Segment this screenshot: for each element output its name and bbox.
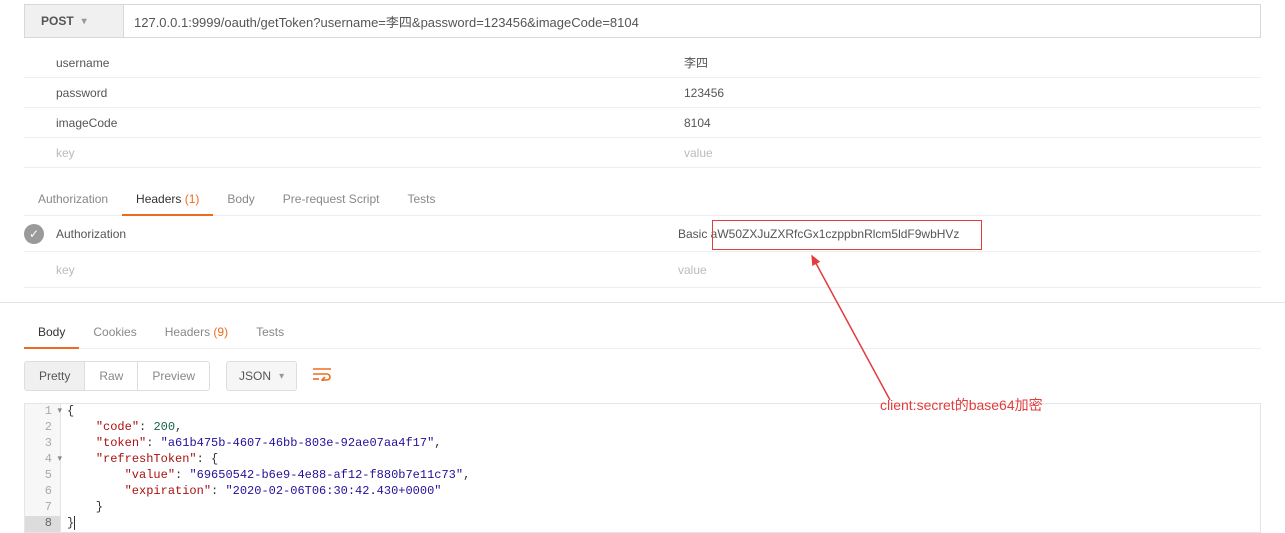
annotation-box (712, 220, 982, 250)
tab-prerequest[interactable]: Pre-request Script (269, 184, 394, 215)
chevron-down-icon: ▾ (279, 371, 284, 382)
http-method-label: POST (41, 14, 74, 28)
request-tabs: Authorization Headers (1) Body Pre-reque… (24, 184, 1261, 216)
code-text: "2020-02-06T06:30:42.430+0000" (225, 484, 441, 498)
header-row[interactable]: ✓ Authorization Basic aW50ZXJuZXRfcGx1cz… (24, 216, 1261, 252)
tab-authorization[interactable]: Authorization (24, 184, 122, 215)
preview-button[interactable]: Preview (137, 362, 209, 390)
param-row[interactable]: username 李四 (24, 48, 1261, 78)
code-text: 200 (153, 420, 175, 434)
pretty-button[interactable]: Pretty (25, 362, 84, 390)
tab-tests[interactable]: Tests (393, 184, 449, 215)
param-key-placeholder[interactable]: key (24, 146, 684, 160)
header-value-placeholder[interactable]: value (678, 263, 1261, 277)
code-text: "refreshToken" (96, 452, 197, 466)
param-value-placeholder[interactable]: value (684, 146, 1261, 160)
resp-tab-tests[interactable]: Tests (242, 317, 298, 348)
param-value[interactable]: 123456 (684, 86, 1261, 100)
code-text: "expiration" (125, 484, 211, 498)
check-icon[interactable]: ✓ (24, 224, 44, 244)
format-selector[interactable]: JSON ▾ (226, 361, 297, 391)
tab-headers-count: (1) (185, 192, 200, 206)
code-text: "token" (96, 436, 146, 450)
code-text: } (67, 500, 103, 514)
param-row[interactable]: password 123456 (24, 78, 1261, 108)
param-value[interactable]: 8104 (684, 116, 1261, 130)
query-params-table: username 李四 password 123456 imageCode 81… (24, 48, 1261, 168)
code-text: } (67, 516, 74, 530)
code-text: "value" (125, 468, 175, 482)
resp-tab-body[interactable]: Body (24, 317, 79, 349)
annotation-text: client:secret的base64加密 (880, 395, 1043, 415)
divider (0, 302, 1285, 303)
tab-headers[interactable]: Headers (1) (122, 184, 213, 216)
code-text: { (67, 404, 74, 418)
tab-headers-label: Headers (136, 192, 181, 206)
header-key-placeholder[interactable]: key (56, 263, 678, 277)
format-label: JSON (239, 369, 271, 383)
param-row[interactable]: imageCode 8104 (24, 108, 1261, 138)
raw-button[interactable]: Raw (84, 362, 137, 390)
code-text: "code" (96, 420, 139, 434)
header-row-new[interactable]: key value (24, 252, 1261, 288)
resp-tab-headers-label: Headers (165, 325, 210, 339)
tab-body[interactable]: Body (213, 184, 268, 215)
view-mode-group: Pretty Raw Preview (24, 361, 210, 391)
http-method-selector[interactable]: POST ▾ (24, 4, 124, 38)
header-key[interactable]: Authorization (56, 227, 678, 241)
header-value[interactable]: Basic aW50ZXJuZXRfcGx1czppbnRlcm5ldF9wbH… (678, 227, 1261, 241)
response-tabs: Body Cookies Headers (9) Tests (24, 317, 1261, 349)
response-toolbar: Pretty Raw Preview JSON ▾ (24, 361, 1261, 391)
code-text: "69650542-b6e9-4e88-af12-f880b7e11c73" (189, 468, 463, 482)
request-url-input[interactable] (124, 4, 1261, 38)
wrap-lines-icon[interactable] (313, 367, 331, 386)
param-row-new[interactable]: key value (24, 138, 1261, 168)
code-text: "a61b475b-4607-46bb-803e-92ae07aa4f17" (161, 436, 435, 450)
response-body[interactable]: 1▾{ 2 "code": 200, 3 "token": "a61b475b-… (24, 403, 1261, 533)
param-value[interactable]: 李四 (684, 54, 1261, 71)
resp-tab-headers[interactable]: Headers (9) (151, 317, 242, 348)
resp-tab-cookies[interactable]: Cookies (79, 317, 150, 348)
param-key[interactable]: password (24, 86, 684, 100)
chevron-down-icon: ▾ (82, 16, 87, 27)
headers-table: ✓ Authorization Basic aW50ZXJuZXRfcGx1cz… (24, 216, 1261, 288)
param-key[interactable]: username (24, 56, 684, 70)
resp-tab-headers-count: (9) (213, 325, 228, 339)
param-key[interactable]: imageCode (24, 116, 684, 130)
cursor (74, 516, 75, 530)
